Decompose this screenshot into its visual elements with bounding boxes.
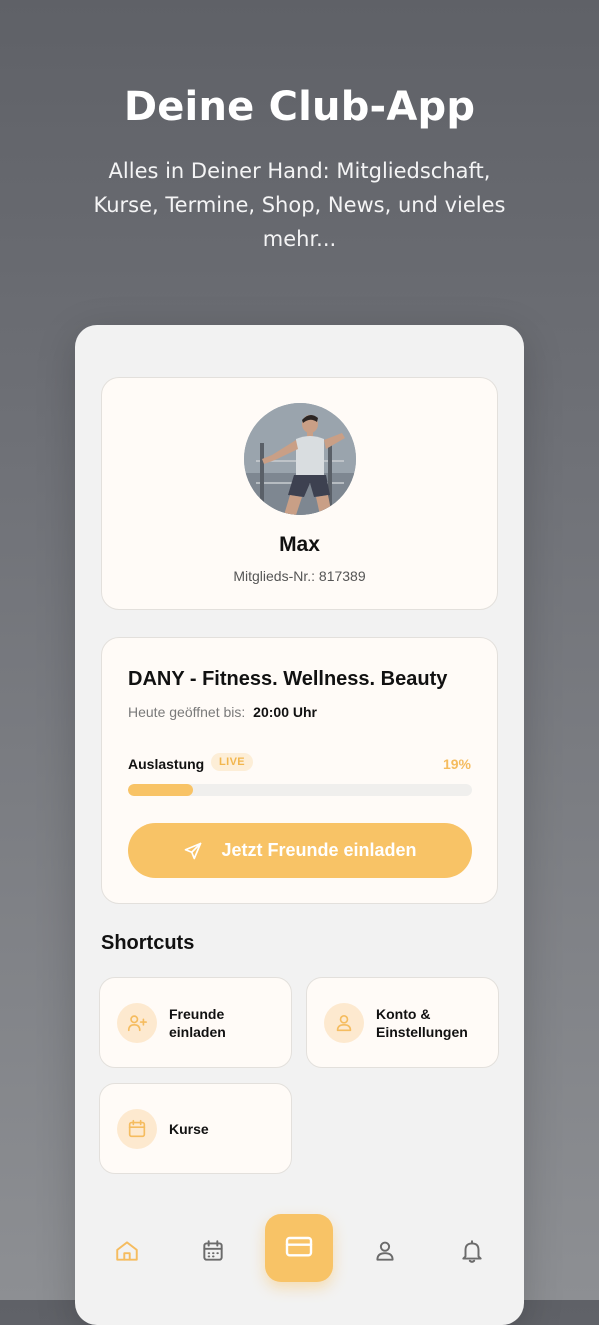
send-icon (183, 841, 203, 861)
live-badge: LIVE (211, 753, 254, 771)
studio-card: DANY - Fitness. Wellness. Beauty Heute g… (101, 637, 498, 904)
shortcut-invite-friends-label: Freunde einladen (169, 1005, 226, 1040)
hero-subtitle: Alles in Deiner Hand: Mitgliedschaft, Ku… (93, 159, 506, 251)
shortcut-courses-label: Kurse (169, 1120, 209, 1137)
calendar-icon (200, 1238, 226, 1269)
avatar[interactable] (244, 403, 356, 515)
shortcut-invite-friends[interactable]: Freunde einladen (99, 977, 292, 1068)
profile-name: Max (279, 533, 320, 556)
calendar-icon (117, 1108, 157, 1149)
hero-title: Deine Club-App (123, 84, 476, 130)
occupancy-percent: 19% (442, 756, 471, 772)
card-icon (283, 1230, 315, 1267)
shortcut-courses[interactable]: Kurse (99, 1083, 292, 1174)
home-icon (114, 1238, 140, 1269)
studio-name: DANY - Fitness. Wellness. Beauty (128, 668, 448, 690)
nav-calendar[interactable] (199, 1239, 227, 1267)
nav-profile[interactable] (371, 1239, 399, 1267)
opening-hours-time: 20:00 Uhr (253, 704, 317, 720)
avatar-photo (244, 403, 356, 515)
bell-icon (459, 1238, 485, 1269)
nav-notifications[interactable] (458, 1239, 486, 1267)
nav-home[interactable] (113, 1239, 141, 1267)
invite-friends-label: Jetzt Freunde einladen (221, 840, 417, 860)
nav-membership-card[interactable] (265, 1214, 333, 1282)
user-icon (372, 1238, 398, 1269)
profile-card[interactable]: Max Mitglieds-Nr.: 817389 (101, 377, 498, 610)
member-number: Mitglieds-Nr.: 817389 (233, 568, 366, 584)
occupancy-progress-bar (128, 784, 472, 796)
occupancy-label: Auslastung (128, 756, 205, 772)
invite-friends-button[interactable]: Jetzt Freunde einladen (128, 823, 472, 878)
shortcuts-title: Shortcuts (101, 932, 195, 954)
opening-hours-label: Heute geöffnet bis: (128, 704, 246, 720)
occupancy-progress-fill (128, 784, 194, 796)
user-icon (324, 1002, 364, 1043)
opening-hours: Heute geöffnet bis: 20:00 Uhr (128, 704, 317, 720)
shortcut-account-settings-label: Konto & Einstellungen (376, 1005, 468, 1040)
phone-screen: Max Mitglieds-Nr.: 817389 DANY - Fitness… (75, 325, 524, 1325)
user-plus-icon (117, 1002, 157, 1043)
shortcut-account-settings[interactable]: Konto & Einstellungen (306, 977, 499, 1068)
